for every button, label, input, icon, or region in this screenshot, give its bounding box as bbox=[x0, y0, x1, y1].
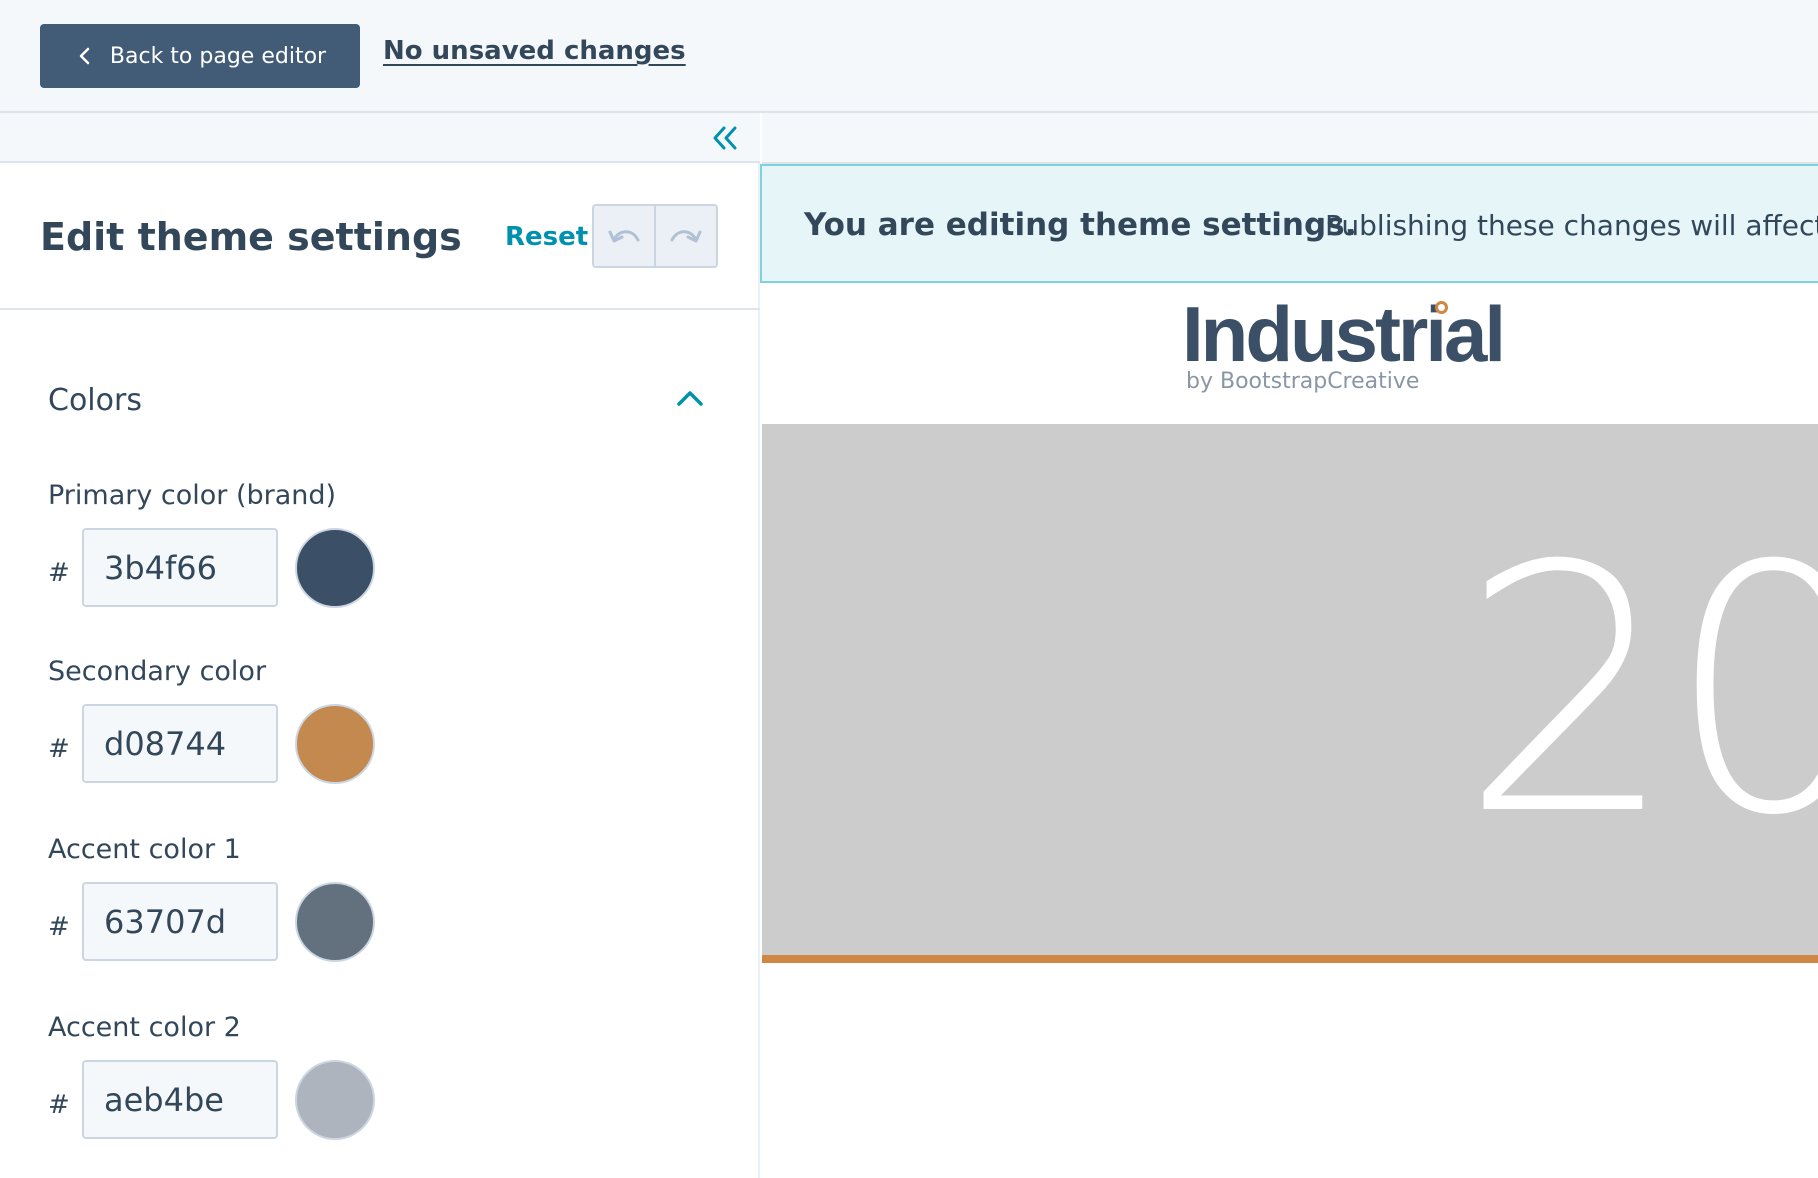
hash-prefix: # bbox=[48, 558, 70, 588]
hero-divider bbox=[762, 955, 1818, 963]
chevron-left-icon bbox=[79, 47, 90, 65]
logo-accent-icon bbox=[1435, 301, 1448, 314]
back-button-label: Back to page editor bbox=[109, 43, 327, 69]
back-to-page-editor-button[interactable]: Back to page editor bbox=[40, 24, 360, 88]
collapse-bar bbox=[0, 113, 760, 163]
primary-color-input[interactable] bbox=[82, 528, 278, 607]
primary-color-field: Primary color (brand) # bbox=[48, 480, 648, 630]
chevron-up-icon[interactable] bbox=[674, 386, 706, 410]
history-button-group bbox=[592, 204, 718, 268]
editing-notice-banner: You are editing theme settings. Publishi… bbox=[760, 164, 1818, 283]
secondary-color-field: Secondary color # bbox=[48, 656, 648, 806]
secondary-color-input[interactable] bbox=[82, 704, 278, 783]
preview-toolbar bbox=[762, 113, 1818, 164]
unsaved-changes-link[interactable]: No unsaved changes bbox=[383, 36, 686, 66]
undo-button[interactable] bbox=[594, 206, 654, 266]
redo-button[interactable] bbox=[654, 206, 716, 266]
site-logo-wordmark: Industrial bbox=[1182, 290, 1506, 378]
hero-heading: 20 bbox=[1460, 494, 1818, 890]
top-bar: Back to page editor No unsaved changes bbox=[0, 0, 1818, 113]
notice-title: You are editing theme settings. bbox=[804, 207, 1357, 243]
secondary-color-swatch[interactable] bbox=[295, 704, 375, 784]
page-preview: You are editing theme settings. Publishi… bbox=[760, 113, 1818, 1178]
undo-icon bbox=[608, 230, 640, 243]
color-field-label: Accent color 2 bbox=[48, 1012, 241, 1043]
hash-prefix: # bbox=[48, 912, 70, 942]
double-chevron-left-icon[interactable] bbox=[710, 124, 740, 152]
primary-color-swatch[interactable] bbox=[295, 528, 375, 608]
panel-header: Edit theme settings Reset bbox=[0, 165, 760, 310]
site-header: Industrial by BootstrapCreative bbox=[762, 283, 1818, 424]
color-field-label: Primary color (brand) bbox=[48, 480, 337, 511]
hero-section: 20 bbox=[762, 424, 1818, 955]
hash-prefix: # bbox=[48, 1090, 70, 1120]
theme-settings-sidebar: Edit theme settings Reset Colors Primary… bbox=[0, 113, 760, 1178]
accent-color-1-swatch[interactable] bbox=[295, 882, 375, 962]
accent-color-2-input[interactable] bbox=[82, 1060, 278, 1139]
color-field-label: Accent color 1 bbox=[48, 834, 241, 865]
reset-button[interactable]: Reset bbox=[505, 222, 588, 252]
panel-title: Edit theme settings bbox=[40, 215, 462, 259]
redo-icon bbox=[670, 230, 702, 243]
hash-prefix: # bbox=[48, 734, 70, 764]
notice-message: Publishing these changes will affect 56 bbox=[1325, 209, 1818, 242]
colors-section-title[interactable]: Colors bbox=[48, 383, 142, 418]
accent-color-1-input[interactable] bbox=[82, 882, 278, 961]
accent-color-2-swatch[interactable] bbox=[295, 1060, 375, 1140]
site-logo-tagline: by BootstrapCreative bbox=[1186, 369, 1420, 394]
accent-color-2-field: Accent color 2 # bbox=[48, 1012, 648, 1162]
color-field-label: Secondary color bbox=[48, 656, 267, 687]
accent-color-1-field: Accent color 1 # bbox=[48, 834, 648, 984]
